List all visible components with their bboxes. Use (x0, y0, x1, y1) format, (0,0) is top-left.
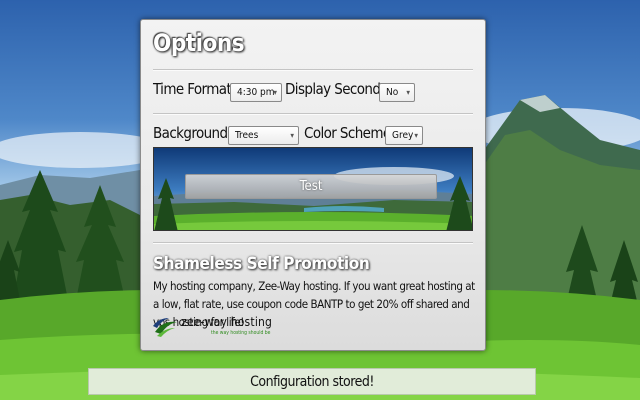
divider (153, 242, 473, 244)
page-title: Options (153, 29, 245, 57)
test-button[interactable]: Test (185, 174, 437, 199)
divider (153, 69, 473, 71)
color-scheme-label: Color Scheme: (304, 124, 395, 142)
chevron-down-icon: ▾ (414, 131, 418, 140)
options-panel: Options Time Format: 4:30 pm ▾ Display S… (140, 19, 486, 351)
display-seconds-select[interactable]: No ▾ (379, 83, 415, 102)
background-select[interactable]: Trees ▾ (228, 126, 299, 145)
time-format-label: Time Format: (153, 80, 236, 98)
display-seconds-value: No (386, 87, 399, 98)
time-format-select[interactable]: 4:30 pm ▾ (230, 83, 282, 102)
status-message: Configuration stored! (88, 368, 536, 395)
zee-way-logo[interactable]: zee-way hosting the way hosting should b… (153, 315, 293, 338)
chevron-down-icon: ▾ (273, 88, 277, 97)
logo-tagline: the way hosting should be (211, 330, 271, 336)
background-value: Trees (235, 130, 259, 141)
background-preview: Test (153, 147, 473, 231)
color-scheme-value: Grey (392, 130, 414, 141)
promotion-title: Shameless Self Promotion (153, 254, 370, 274)
chevron-down-icon: ▾ (290, 131, 294, 140)
swoosh-icon (153, 318, 177, 337)
time-format-value: 4:30 pm (237, 87, 275, 98)
divider (153, 113, 473, 115)
color-scheme-select[interactable]: Grey ▾ (385, 126, 423, 145)
display-seconds-label: Display Seconds: (285, 80, 391, 98)
logo-name: zee-way hosting (181, 315, 273, 329)
background-label: Background: (153, 124, 232, 142)
chevron-down-icon: ▾ (406, 88, 410, 97)
